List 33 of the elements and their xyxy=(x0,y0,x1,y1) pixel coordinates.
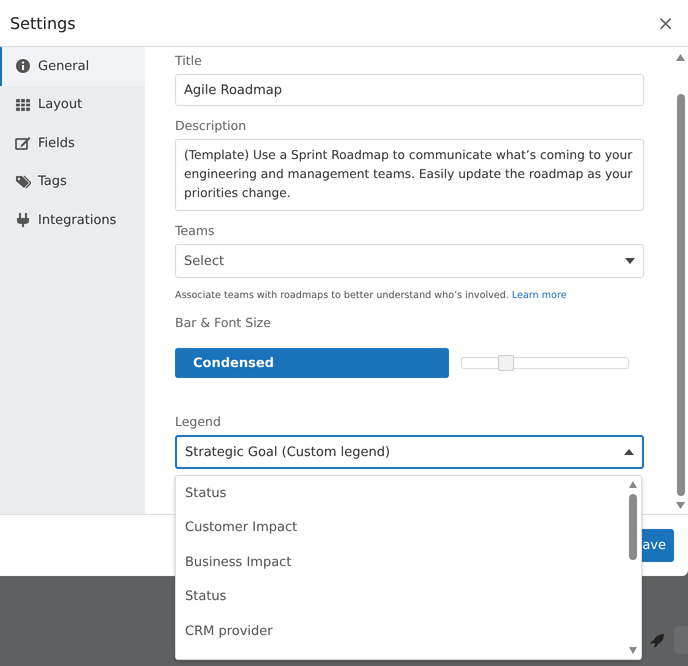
learn-more-link[interactable]: Learn more xyxy=(512,290,567,301)
rocket-icon xyxy=(648,632,666,650)
caret-icon xyxy=(625,258,635,264)
description-field[interactable]: (Template) Use a Sprint Roadmap to communicate what’s coming to your engineering and management teams. Easily update the roadmap as your priorities change. xyxy=(175,139,644,211)
field-label: Teams xyxy=(175,223,216,238)
sidebar-item[interactable]: Fields xyxy=(0,124,145,162)
dropdown-option[interactable]: Status xyxy=(176,476,625,510)
tags-icon xyxy=(15,174,31,190)
sidebar-item[interactable]: Layout xyxy=(0,86,145,124)
slider-thumb[interactable] xyxy=(498,355,514,371)
field-label: Title xyxy=(175,53,203,68)
field-label: Bar & Font Size xyxy=(175,315,272,330)
sidebar-item[interactable]: Tags xyxy=(0,162,145,201)
field-label: Description xyxy=(175,118,248,133)
dialog-title: Settings xyxy=(10,14,76,32)
sidebar-item[interactable]: Integrations xyxy=(0,201,145,240)
sidebar-item[interactable]: General xyxy=(0,47,145,86)
info-icon xyxy=(15,58,31,74)
plug-icon xyxy=(15,212,31,228)
condensed-button[interactable]: Condensed xyxy=(175,348,449,378)
field-label: Legend xyxy=(175,414,222,429)
legend-select[interactable]: Strategic Goal (Custom legend) xyxy=(175,435,644,469)
edit-icon xyxy=(15,135,31,152)
dropdown-option[interactable]: Status xyxy=(176,580,625,614)
hint-text: Associate teams with roadmaps to better understand who’s involved. xyxy=(175,290,510,301)
dropdown-option[interactable]: Customer Impact xyxy=(176,510,625,545)
teams-select[interactable]: Select xyxy=(175,244,644,278)
dropdown-option[interactable]: CRM provider xyxy=(176,614,625,648)
caret-icon xyxy=(624,449,634,455)
dropdown-option[interactable]: Business Impact xyxy=(176,545,625,580)
title-field[interactable]: Agile Roadmap xyxy=(175,74,644,106)
close-button[interactable]: × xyxy=(653,11,678,35)
grid-icon xyxy=(15,96,31,113)
